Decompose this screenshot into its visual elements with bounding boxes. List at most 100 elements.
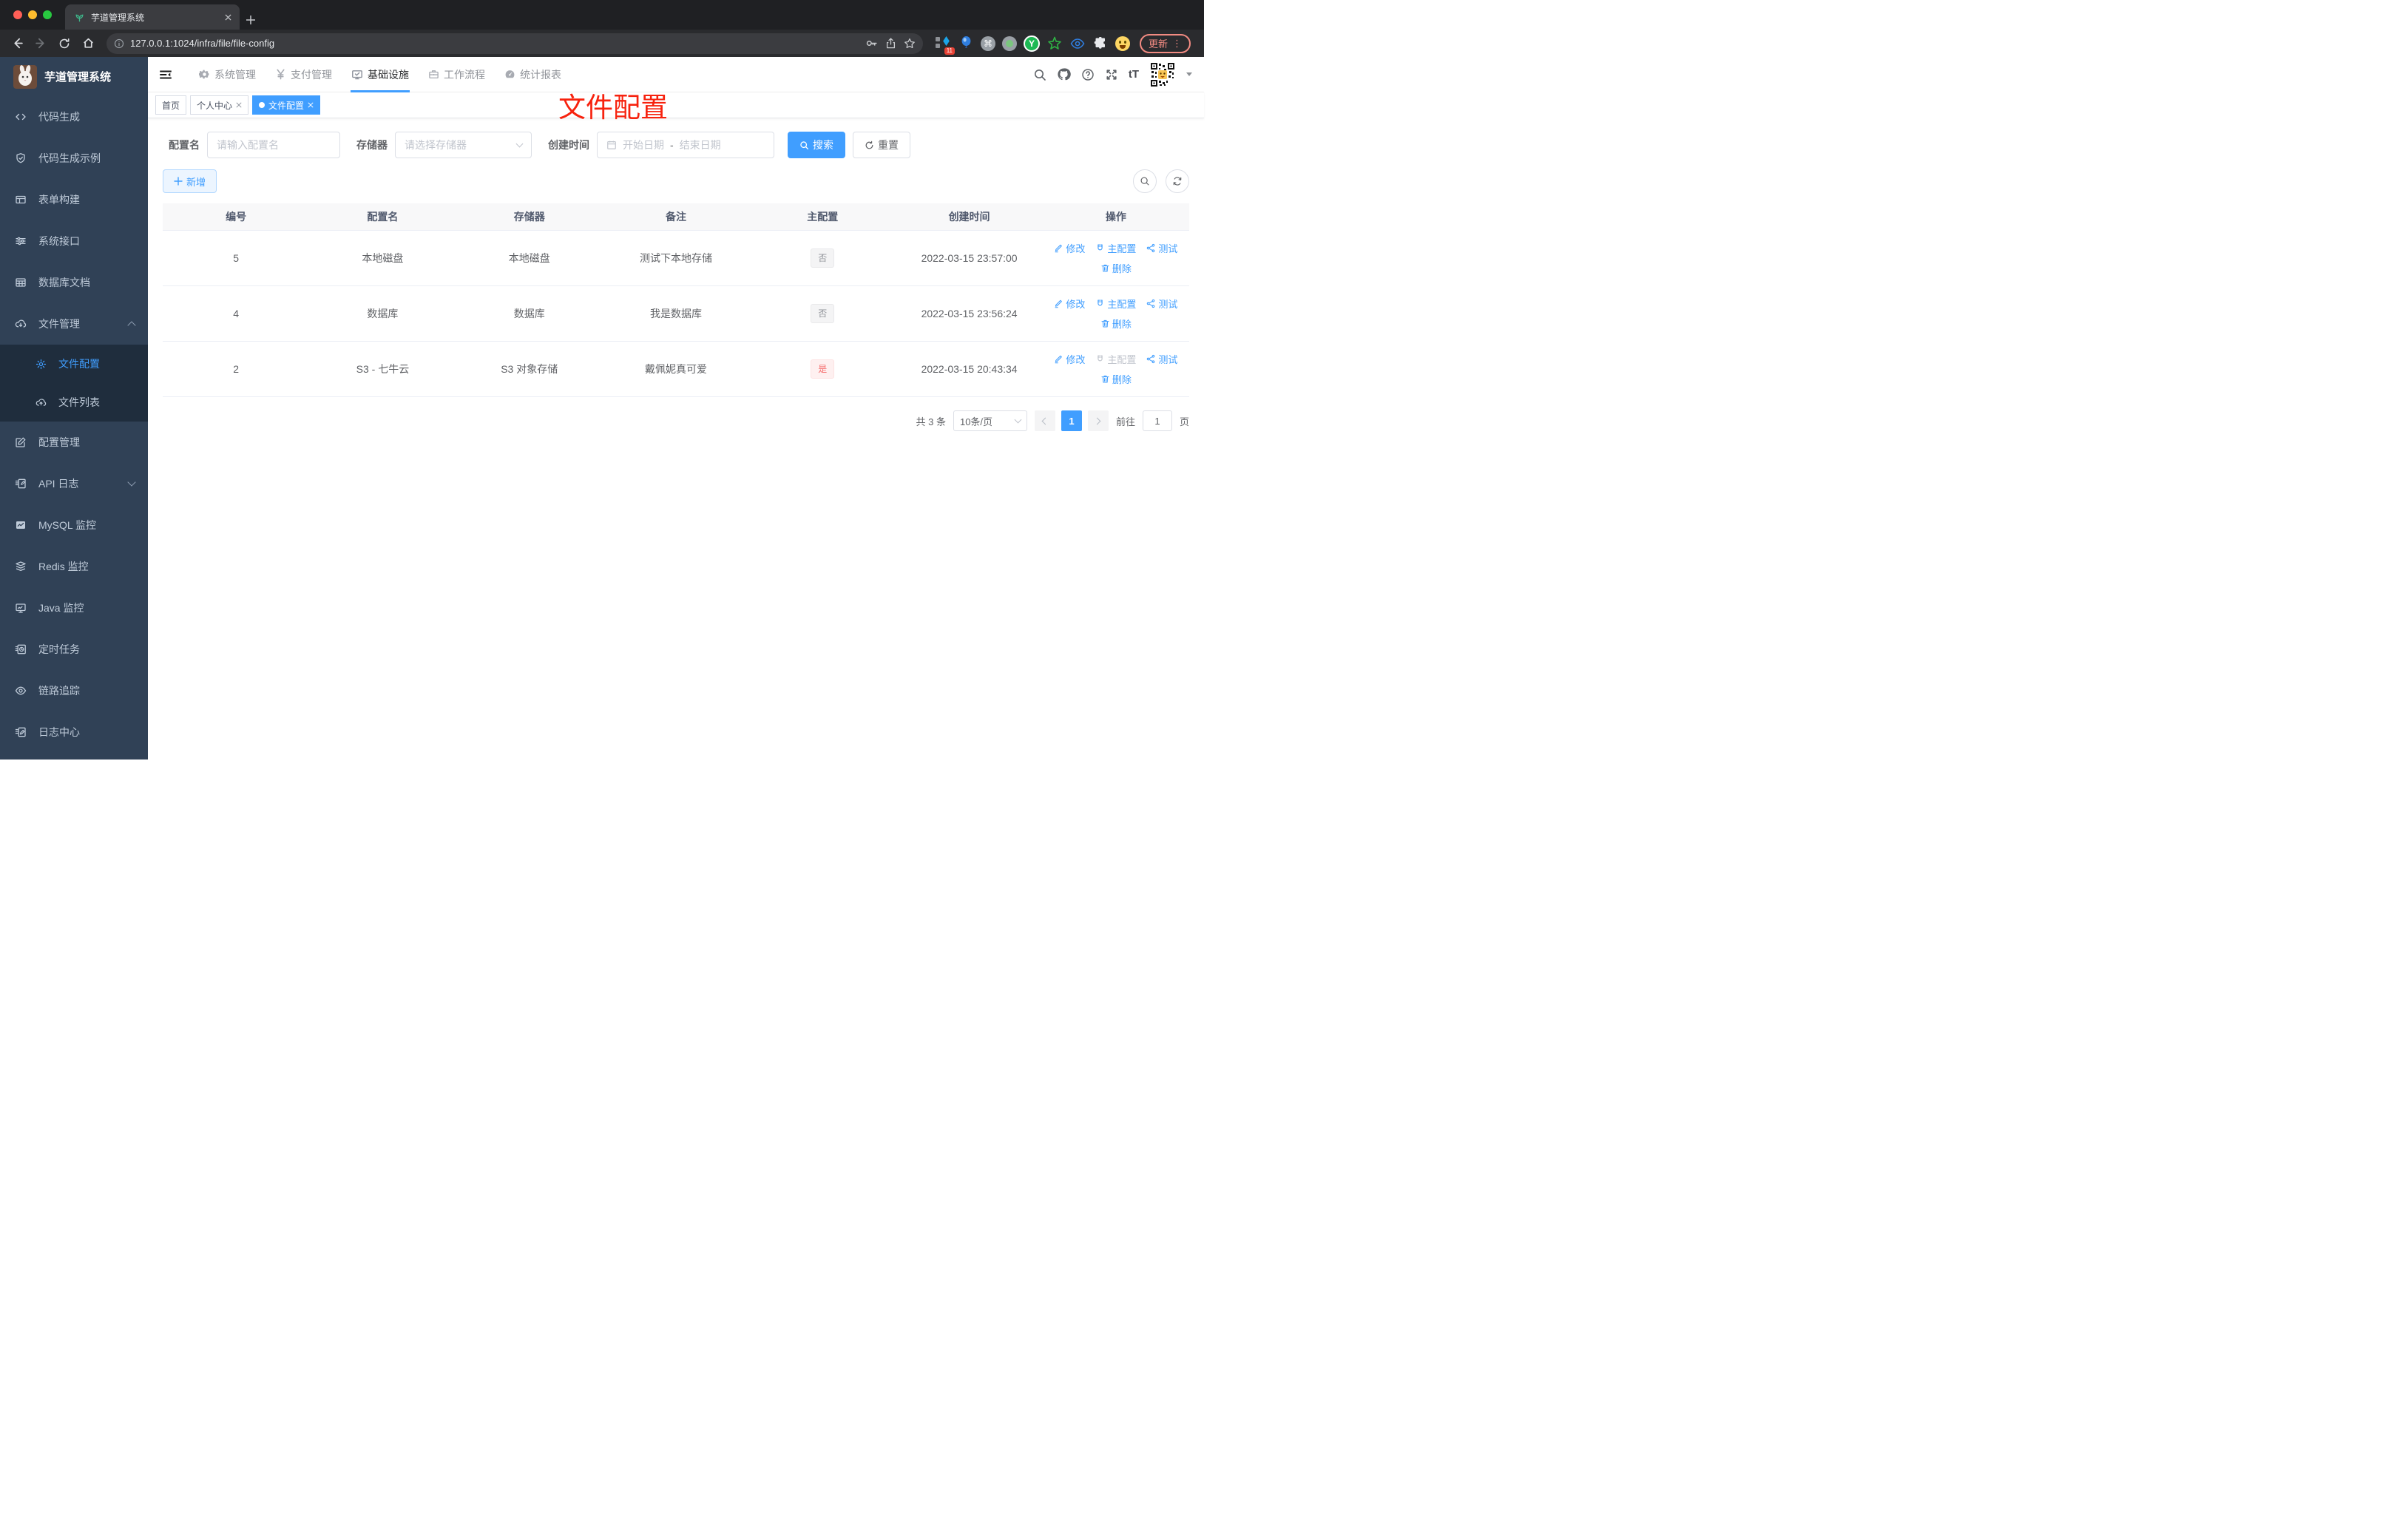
- font-size-icon[interactable]: tT: [1129, 68, 1139, 81]
- help-icon[interactable]: [1081, 68, 1095, 81]
- nav-item-pay[interactable]: 支付管理: [266, 57, 342, 92]
- user-menu-caret-icon[interactable]: [1186, 72, 1192, 76]
- date-range-picker[interactable]: 开始日期 - 结束日期: [597, 132, 774, 158]
- delete-link[interactable]: 删除: [1100, 317, 1132, 331]
- yen-icon: [275, 69, 286, 80]
- share-icon[interactable]: [885, 38, 896, 49]
- window-zoom-button[interactable]: [43, 10, 52, 19]
- sidebar-item-file-config[interactable]: 文件配置: [0, 345, 148, 383]
- eye-extension-icon[interactable]: [1069, 35, 1086, 52]
- nav-item-infra[interactable]: 基础设施: [342, 57, 419, 92]
- test-link[interactable]: 测试: [1146, 352, 1177, 366]
- grid-table-icon: [15, 277, 27, 288]
- master-status-badge: 是: [811, 359, 835, 379]
- sidebar-fold-icon[interactable]: [154, 63, 177, 87]
- page-number-current[interactable]: 1: [1061, 410, 1082, 431]
- pagination: 共 3 条 10条/页 1 前往 页: [163, 410, 1189, 431]
- site-info-icon[interactable]: [114, 38, 124, 49]
- pinned-extension-icon[interactable]: 11: [935, 35, 955, 55]
- storage-select[interactable]: 请选择存储器: [395, 132, 532, 158]
- sidebar-item-java-monitor[interactable]: Java 监控: [0, 587, 148, 629]
- tag-file-config[interactable]: 文件配置: [252, 95, 321, 115]
- tag-close-icon[interactable]: [236, 102, 242, 108]
- sidebar-item-file-manage[interactable]: 文件管理: [0, 303, 148, 345]
- forward-icon[interactable]: [31, 34, 50, 53]
- window-minimize-button[interactable]: [28, 10, 37, 19]
- star-extension-icon[interactable]: [1046, 35, 1063, 52]
- sidebar-item-code-gen[interactable]: 代码生成: [0, 96, 148, 138]
- sidebar-item-api-log[interactable]: API 日志: [0, 463, 148, 504]
- next-page-button[interactable]: [1087, 410, 1109, 431]
- edit-link[interactable]: 修改: [1054, 352, 1085, 366]
- chrome-update-button[interactable]: 更新 ⋮: [1140, 33, 1191, 53]
- bookmark-star-icon[interactable]: [904, 38, 916, 50]
- tab-close-icon[interactable]: [222, 11, 234, 23]
- col-header-name: 配置名: [367, 211, 399, 223]
- page-size-select[interactable]: 10条/页: [953, 410, 1027, 431]
- emoji-extension-icon[interactable]: [1115, 35, 1130, 51]
- home-icon[interactable]: [78, 34, 98, 53]
- master-link[interactable]: 主配置: [1095, 241, 1136, 255]
- sidebar-item-redis-monitor[interactable]: Redis 监控: [0, 546, 148, 587]
- test-link[interactable]: 测试: [1146, 241, 1177, 255]
- add-button[interactable]: 新增: [163, 169, 217, 193]
- new-tab-button[interactable]: [246, 15, 256, 25]
- sidebar-item-db-doc[interactable]: 数据库文档: [0, 262, 148, 303]
- avatar[interactable]: [1149, 61, 1176, 88]
- sidebar-item-trace[interactable]: 链路追踪: [0, 670, 148, 711]
- edit-link[interactable]: 修改: [1054, 297, 1085, 311]
- search-icon[interactable]: [1033, 68, 1046, 81]
- app-logo[interactable]: 芋道管理系统: [0, 57, 148, 96]
- eye-icon: [15, 685, 27, 697]
- tag-home[interactable]: 首页: [155, 95, 187, 115]
- table-search-toggle-button[interactable]: [1133, 169, 1157, 193]
- browser-tab[interactable]: 芋道管理系统: [65, 4, 240, 30]
- puzzle-extensions-icon[interactable]: [1092, 35, 1109, 52]
- edit-link[interactable]: 修改: [1054, 241, 1085, 255]
- sidebar-item-system-api[interactable]: 系统接口: [0, 220, 148, 262]
- filter-form: 配置名 存储器 请选择存储器 创建时间 开始日期 - 结束日期: [163, 132, 1189, 158]
- chrome-menu-icon[interactable]: ⋮: [1172, 38, 1182, 50]
- balloon-extension-icon[interactable]: [958, 35, 974, 52]
- master-link[interactable]: 主配置: [1095, 297, 1136, 311]
- config-name-input[interactable]: [217, 139, 331, 151]
- reload-icon[interactable]: [55, 34, 74, 53]
- window-close-button[interactable]: [13, 10, 22, 19]
- nav-item-system[interactable]: 系统管理: [189, 57, 266, 92]
- table-refresh-button[interactable]: [1166, 169, 1189, 193]
- fullscreen-icon[interactable]: [1105, 68, 1118, 81]
- prev-page-button[interactable]: [1034, 410, 1055, 431]
- command-extension-icon[interactable]: ⌘: [981, 35, 995, 51]
- briefcase-icon: [428, 69, 439, 80]
- sidebar-item-form-builder[interactable]: 表单构建: [0, 179, 148, 220]
- code-icon: [15, 111, 27, 123]
- page-unit-label: 页: [1179, 416, 1189, 427]
- select-caret-icon: [1014, 416, 1022, 424]
- sidebar-item-log-center[interactable]: 日志中心: [0, 711, 148, 753]
- delete-link[interactable]: 删除: [1100, 261, 1132, 275]
- search-button[interactable]: 搜索: [788, 132, 845, 158]
- app-window: 芋道管理系统 代码生成 代码生成示例 表单构建 系统接口 数据库文档 文件管理 …: [0, 57, 1204, 760]
- delete-link[interactable]: 删除: [1100, 372, 1132, 386]
- password-key-icon[interactable]: [865, 37, 878, 50]
- sidebar-item-scheduled-task[interactable]: 定时任务: [0, 629, 148, 670]
- created-time-label: 创建时间: [548, 139, 589, 151]
- sidebar-item-config-manage[interactable]: 配置管理: [0, 422, 148, 463]
- url-text[interactable]: 127.0.0.1:1024/infra/file/file-config: [130, 38, 859, 49]
- sidebar-item-code-demo[interactable]: 代码生成示例: [0, 138, 148, 179]
- github-icon[interactable]: [1057, 67, 1071, 81]
- recorder-extension-icon[interactable]: [1002, 35, 1017, 51]
- tag-close-icon[interactable]: [308, 102, 314, 108]
- sidebar-item-file-list[interactable]: 文件列表: [0, 383, 148, 422]
- col-header-id: 编号: [226, 211, 247, 223]
- nav-item-workflow[interactable]: 工作流程: [419, 57, 495, 92]
- sidebar-item-mysql-monitor[interactable]: MySQL 监控: [0, 504, 148, 546]
- back-icon[interactable]: [7, 34, 27, 53]
- main-area: 文件配置 系统管理 支付管理 基础设施 工作流程 统计报表 tT 首页 个人中心…: [148, 57, 1204, 760]
- test-link[interactable]: 测试: [1146, 297, 1177, 311]
- url-bar[interactable]: 127.0.0.1:1024/infra/file/file-config: [106, 33, 923, 54]
- tag-profile[interactable]: 个人中心: [190, 95, 249, 115]
- reset-button[interactable]: 重置: [853, 132, 910, 158]
- goto-page-input[interactable]: [1142, 410, 1172, 431]
- y-extension-icon[interactable]: Y: [1024, 35, 1040, 52]
